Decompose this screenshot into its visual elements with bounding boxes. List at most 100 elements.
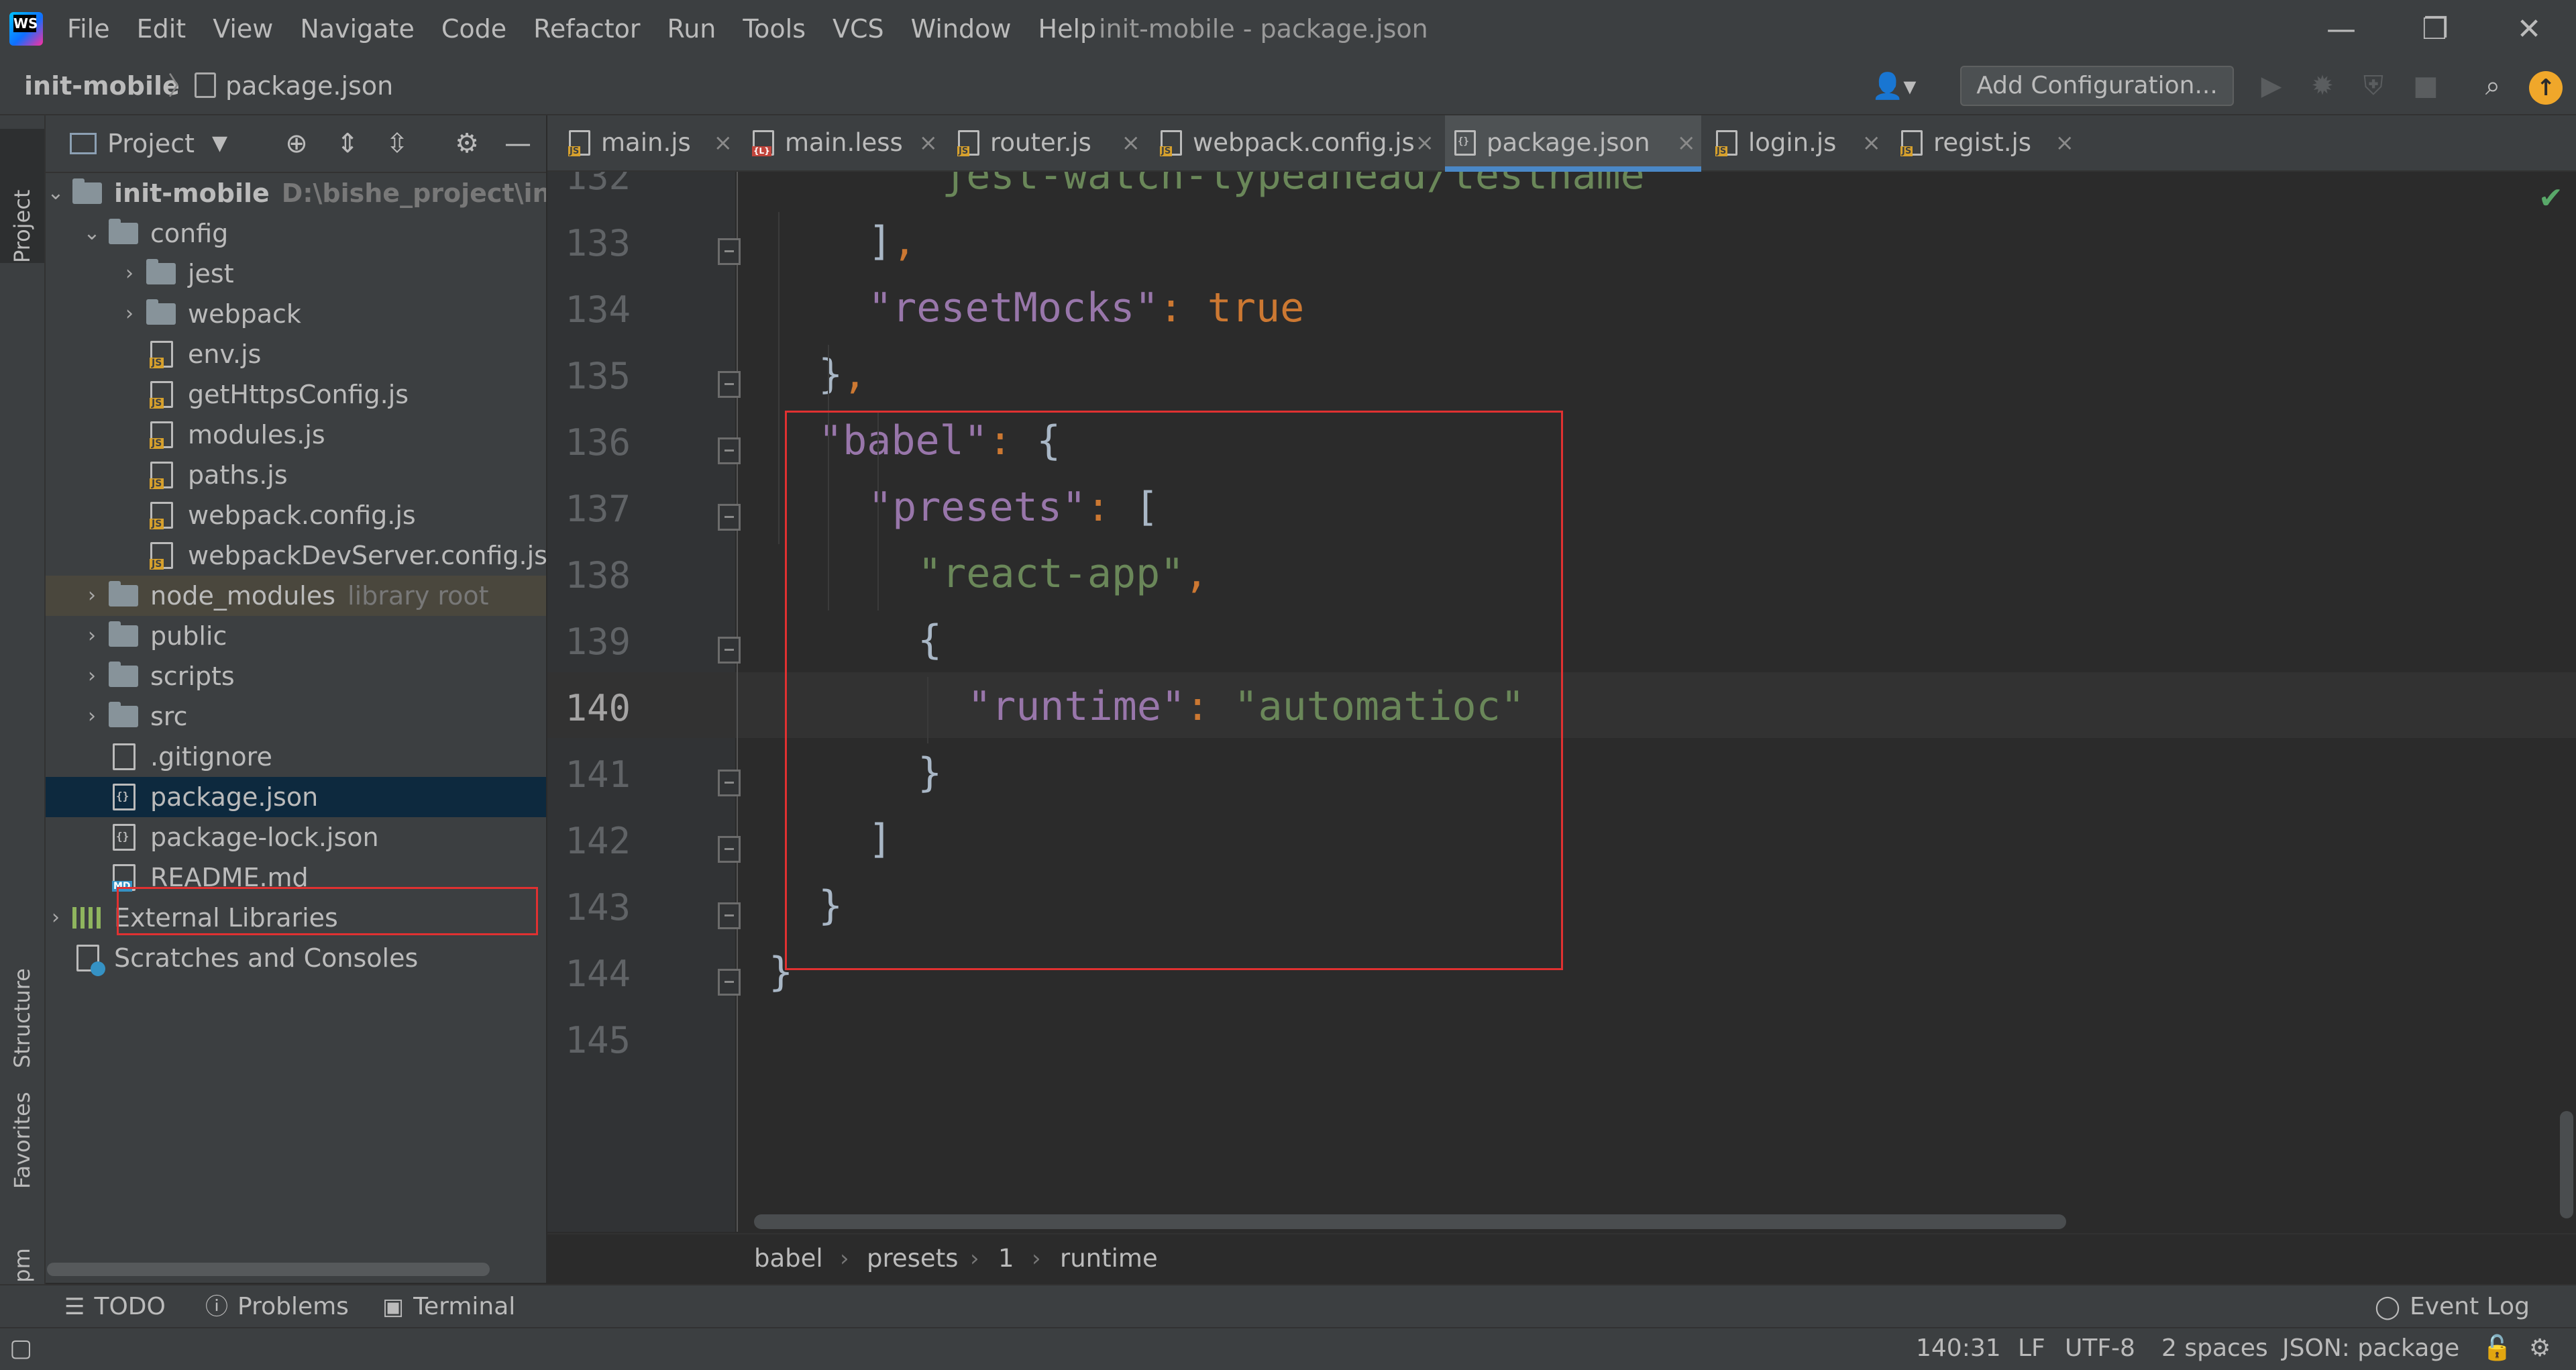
menu-item-navigate[interactable]: Navigate [300, 0, 414, 58]
breadcrumb-item[interactable]: runtime [1060, 1234, 1158, 1283]
tree-item[interactable]: › jest [46, 254, 546, 294]
chevron-right-icon[interactable]: › [82, 656, 102, 696]
json-schema[interactable]: JSON: package [2282, 1328, 2459, 1369]
tree-item[interactable]: paths.js [46, 455, 546, 495]
line-separator[interactable]: LF [2018, 1328, 2045, 1369]
fold-marker-icon[interactable] [718, 504, 741, 531]
tree-item[interactable]: › scripts [46, 656, 546, 696]
editor-tab[interactable]: router.js × [949, 115, 1146, 170]
tool-tab-project[interactable]: Project [0, 129, 44, 263]
minimize-button[interactable]: — [2294, 0, 2388, 58]
tree-item[interactable]: › public [46, 616, 546, 656]
tree-item[interactable]: modules.js [46, 415, 546, 455]
fold-marker-icon[interactable] [718, 770, 741, 796]
file-encoding[interactable]: UTF-8 [2065, 1328, 2135, 1369]
caret-position[interactable]: 140:31 [1916, 1328, 2001, 1369]
tree-item[interactable]: webpackDevServer.config.js [46, 535, 546, 576]
problems-tool-button[interactable]: ⓘ Problems [205, 1285, 349, 1328]
breadcrumb-file[interactable]: package.json [225, 58, 393, 114]
menu-item-view[interactable]: View [213, 0, 273, 58]
chevron-down-icon[interactable]: ⌄ [46, 173, 66, 213]
minimize-panel-icon[interactable]: — [502, 127, 534, 160]
panel-toggle-icon[interactable]: ▢ [9, 1328, 32, 1369]
fold-marker-icon[interactable] [718, 969, 741, 996]
chevron-right-icon[interactable]: › [119, 294, 140, 334]
debug-icon[interactable]: ✹ [2305, 68, 2340, 103]
menu-item-window[interactable]: Window [911, 0, 1012, 58]
tree-item[interactable]: ⌄ config [46, 213, 546, 254]
fold-marker-icon[interactable] [718, 371, 741, 398]
editor-tab[interactable]: login.js × [1707, 115, 1886, 170]
editor-tab[interactable]: regist.js × [1892, 115, 2080, 170]
tree-item[interactable]: .gitignore [46, 737, 546, 777]
fold-marker-icon[interactable] [718, 637, 741, 664]
close-tab-icon[interactable]: × [1415, 115, 1435, 170]
menu-item-refactor[interactable]: Refactor [533, 0, 640, 58]
locate-icon[interactable]: ⊕ [280, 127, 313, 160]
menu-item-file[interactable]: File [67, 0, 110, 58]
close-window-button[interactable]: ✕ [2482, 0, 2576, 58]
tree-item[interactable]: ⌄ init-mobile D:\bishe_project\init-m [46, 173, 546, 213]
close-tab-icon[interactable]: × [1122, 115, 1141, 170]
search-icon[interactable]: ⌕ [2475, 68, 2510, 103]
lock-icon[interactable]: 🔓 [2482, 1328, 2512, 1369]
tree-item[interactable]: Scratches and Consoles [46, 938, 546, 978]
menu-item-help[interactable]: Help [1038, 0, 1097, 58]
editor-tab[interactable]: main.js × [559, 115, 738, 170]
close-tab-icon[interactable]: × [1862, 115, 1882, 170]
editor-tab[interactable]: main.less × [743, 115, 943, 170]
chevron-right-icon[interactable]: › [82, 696, 102, 737]
chevron-right-icon[interactable]: › [46, 898, 66, 938]
breadcrumb-project[interactable]: init-mobile [24, 58, 180, 114]
editor-tab[interactable]: webpack.config.js× [1151, 115, 1440, 170]
tool-tab-npm[interactable]: npm [0, 1162, 44, 1296]
project-panel-title[interactable]: Project [107, 115, 195, 172]
tree-item[interactable]: getHttpsConfig.js [46, 374, 546, 415]
coverage-icon[interactable]: ⛨ [2356, 68, 2391, 103]
collapse-all-icon[interactable]: ⇳ [381, 127, 413, 160]
close-tab-icon[interactable]: × [1677, 115, 1697, 170]
tree-item[interactable]: env.js [46, 334, 546, 374]
project-horizontal-scrollbar[interactable] [47, 1263, 490, 1276]
tree-item[interactable]: package.json [46, 777, 546, 817]
chevron-right-icon[interactable]: › [82, 576, 102, 616]
update-icon[interactable]: ↑ [2529, 71, 2563, 105]
user-icon[interactable]: 👤▾ [1872, 71, 1919, 101]
chevron-down-icon[interactable]: ▼ [212, 115, 227, 172]
menu-item-edit[interactable]: Edit [137, 0, 186, 58]
inspector-icon[interactable]: ⚙ [2529, 1328, 2551, 1369]
tree-item[interactable]: › webpack [46, 294, 546, 334]
event-log-button[interactable]: ◯ Event Log [2375, 1285, 2530, 1328]
close-tab-icon[interactable]: × [919, 115, 938, 170]
breadcrumb-item[interactable]: babel [754, 1234, 823, 1283]
tool-tab-favorites[interactable]: Favorites [0, 988, 44, 1189]
chevron-down-icon[interactable]: ⌄ [82, 213, 102, 254]
expand-all-icon[interactable]: ⇕ [331, 127, 364, 160]
gear-icon[interactable]: ⚙ [451, 127, 483, 160]
breadcrumb-item[interactable]: presets [867, 1234, 958, 1283]
breadcrumb-item[interactable]: 1 [998, 1234, 1014, 1283]
editor-horizontal-scrollbar[interactable] [754, 1214, 2066, 1229]
fold-marker-icon[interactable] [718, 902, 741, 929]
code-editor[interactable]: 132 "jest-watch-typeahead/testname" 133], 1… [547, 172, 2576, 1232]
menu-item-run[interactable]: Run [667, 0, 716, 58]
fold-marker-icon[interactable] [718, 238, 741, 265]
fold-marker-icon[interactable] [718, 836, 741, 863]
run-icon[interactable]: ▶ [2254, 68, 2289, 103]
chevron-right-icon[interactable]: › [119, 254, 140, 294]
todo-tool-button[interactable]: ☰ TODO [64, 1285, 166, 1328]
tree-item[interactable]: › node_modules library root [46, 576, 546, 616]
restore-button[interactable]: ❐ [2388, 0, 2482, 58]
close-tab-icon[interactable]: × [2055, 115, 2075, 170]
indent-setting[interactable]: 2 spaces [2161, 1328, 2268, 1369]
editor-vertical-scrollbar[interactable] [2560, 1111, 2573, 1218]
tree-item[interactable]: package-lock.json [46, 817, 546, 857]
stop-icon[interactable]: ■ [2408, 68, 2443, 103]
tree-item[interactable]: webpack.config.js [46, 495, 546, 535]
menu-item-code[interactable]: Code [441, 0, 506, 58]
menu-item-tools[interactable]: Tools [743, 0, 806, 58]
fold-marker-icon[interactable] [718, 437, 741, 464]
tree-item[interactable]: › src [46, 696, 546, 737]
terminal-tool-button[interactable]: ▣ Terminal [382, 1285, 515, 1328]
chevron-right-icon[interactable]: › [82, 616, 102, 656]
